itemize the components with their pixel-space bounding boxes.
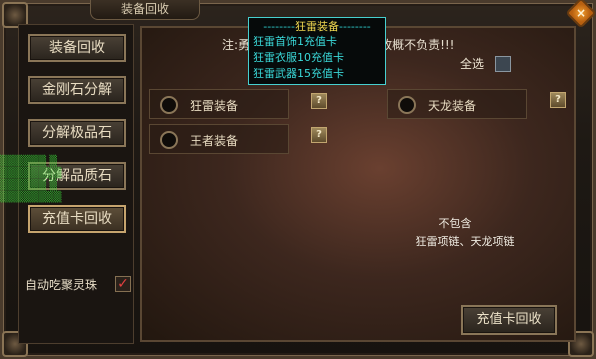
recharge-card-recycle-button[interactable]: 充值卡回收 xyxy=(461,305,557,335)
select-all-checkbox[interactable] xyxy=(495,56,511,72)
exclude-note-line2: 狂雷项链、天龙项链 xyxy=(415,235,515,248)
tooltip-title-row: --------狂雷装备-------- xyxy=(253,20,381,34)
tooltip-line: 狂雷武器15充值卡 xyxy=(253,67,344,80)
exclude-note-line1: 不包含 xyxy=(438,217,472,230)
window-title: 装备回收 xyxy=(90,0,200,20)
help-icon[interactable]: ? xyxy=(311,93,327,109)
tooltip-dash-left: -------- xyxy=(263,20,295,33)
menu-decompose-premium-stone-button[interactable]: 分解极品石 xyxy=(28,119,126,147)
help-icon[interactable]: ? xyxy=(311,127,327,143)
close-icon: × xyxy=(575,6,587,20)
help-icon[interactable]: ? xyxy=(550,92,566,108)
auto-eat-checkbox[interactable]: ✓ xyxy=(115,276,131,292)
category-label: 王者装备 xyxy=(190,134,239,148)
category-label: 狂雷装备 xyxy=(190,99,239,113)
exclude-note: 不包含 狂雷项链、天龙项链 xyxy=(395,215,535,251)
tooltip-title: 狂雷装备 xyxy=(295,20,339,33)
menu-diamond-decompose-button[interactable]: 金刚石分解 xyxy=(28,76,126,104)
category-label: 天龙装备 xyxy=(428,99,477,113)
equipment-tooltip: --------狂雷装备-------- 狂雷首饰1充值卡 狂雷衣服10充值卡 … xyxy=(248,17,386,85)
category-wangzhe-equipment[interactable]: 王者装备 xyxy=(149,124,289,154)
menu-equipment-recycle-button[interactable]: 装备回收 xyxy=(28,34,126,62)
menu-recharge-card-recycle-button[interactable]: 充值卡回收 xyxy=(28,205,126,233)
tooltip-dash-right: -------- xyxy=(339,20,371,33)
category-kuanglei-equipment[interactable]: 狂雷装备 xyxy=(149,89,289,119)
notice-prefix: 注:勇 xyxy=(222,38,251,52)
tooltip-line: 狂雷衣服10充值卡 xyxy=(253,51,344,64)
radio-button[interactable] xyxy=(160,96,178,114)
auto-eat-label: 自动吃聚灵珠 xyxy=(25,278,98,292)
category-tianlong-equipment[interactable]: 天龙装备 xyxy=(387,89,527,119)
tooltip-line: 狂雷首饰1充值卡 xyxy=(253,35,337,48)
radio-button[interactable] xyxy=(398,96,416,114)
green-overlay-text: ▒▒▒▒▒▒ ▒ ▒▒▒▒▒▒▒▒ ▒▒▒▒▒▒ ▒ ▒▒▒▒▒▒▒▒ xyxy=(0,156,62,203)
radio-button[interactable] xyxy=(160,131,178,149)
select-all-label: 全选 xyxy=(460,57,485,71)
